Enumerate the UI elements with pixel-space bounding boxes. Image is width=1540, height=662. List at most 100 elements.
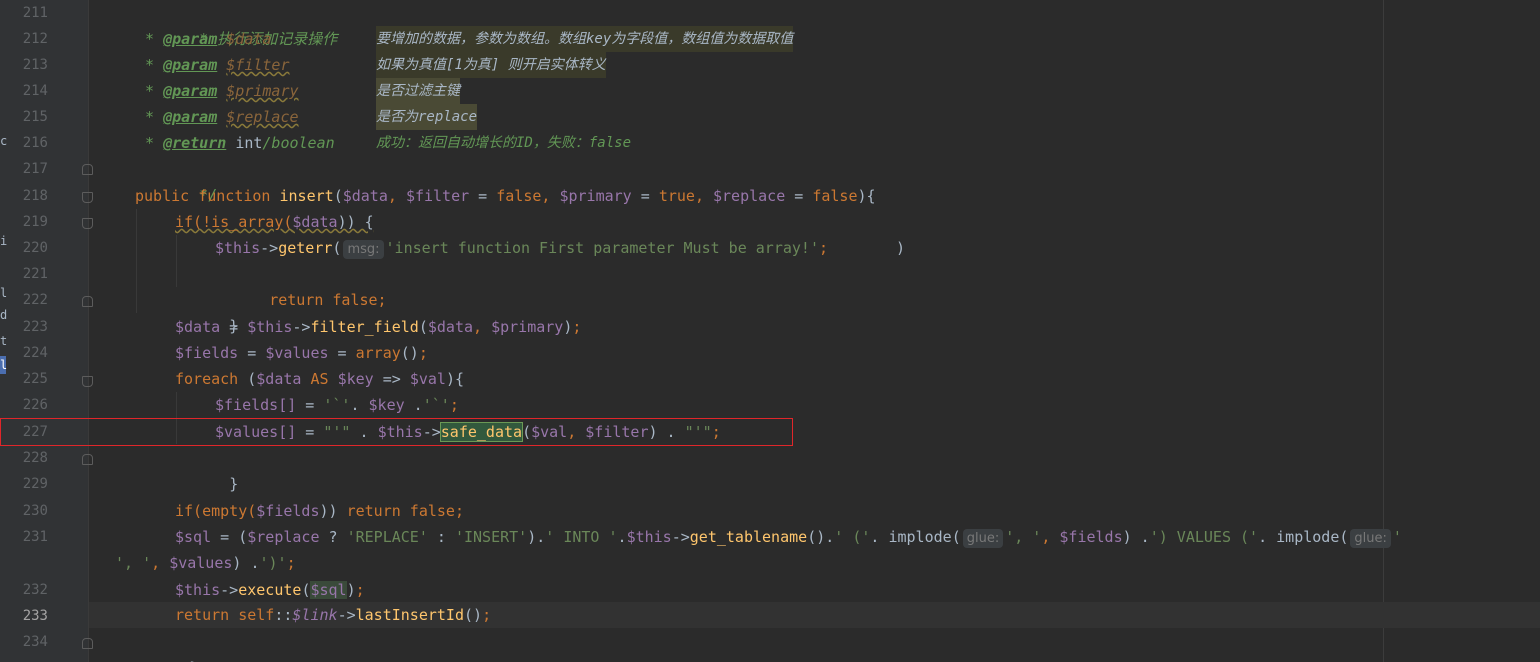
code-line: * @param $filter 如果为真值[1为真] 则开启实体转义 — [89, 52, 1540, 78]
line-number: 230 — [22, 503, 48, 519]
code-line: * @param $replace 是否为replace — [89, 104, 1540, 130]
if-condition: if(empty( — [175, 502, 257, 520]
line-number: 234 — [22, 634, 48, 650]
doc-star: * — [145, 108, 164, 126]
code-line: $this->execute($sql); — [175, 581, 365, 599]
code-line: $fields[] = '`'. $key .'`'; — [215, 396, 459, 414]
panel-fragment: l — [0, 286, 8, 300]
parameter: $replace — [713, 187, 786, 205]
variable: $replace — [247, 528, 320, 546]
variable: $data — [256, 370, 302, 388]
code-line: } — [89, 629, 1540, 662]
string-literal: 'REPLACE' — [346, 528, 428, 546]
function-call: array — [355, 344, 401, 362]
if-condition: if(!is_array( — [175, 213, 293, 231]
code-line: $data = $this->filter_field($data, $prim… — [175, 318, 582, 336]
doc-star: * — [145, 134, 164, 152]
method-call: lastInsertId — [355, 606, 464, 624]
safe-data-method-call[interactable]: safe_data — [439, 422, 524, 442]
doc-description: 如果为真值[1为真] 则开启实体转义 — [376, 52, 606, 78]
doc-param-var: $data — [226, 30, 272, 48]
parameter-hint: glue: — [962, 529, 1004, 548]
parameter-hint: msg: — [343, 240, 384, 259]
string-literal: ')' — [259, 554, 287, 572]
function-call: implode — [888, 528, 952, 546]
variable: $key — [337, 370, 374, 388]
doc-param-var: $replace — [226, 108, 299, 126]
doc-star: * — [145, 56, 164, 74]
line-number: 211 — [22, 5, 48, 21]
code-line: $this->geterr(msg:'insert function First… — [215, 239, 906, 259]
method-call: execute — [238, 581, 302, 599]
default-value: false — [496, 187, 542, 205]
variable: $data — [427, 318, 474, 336]
code-line: } — [89, 287, 1540, 335]
doc-star: * — [145, 30, 164, 48]
default-value: false — [812, 187, 858, 205]
line-number: 224 — [22, 345, 48, 361]
variable: $data — [292, 213, 338, 231]
line-number: 228 — [22, 450, 48, 466]
doc-return-type-alt: /boolean — [262, 134, 335, 152]
doc-param-var: $primary — [226, 82, 299, 100]
code-editor[interactable]: c i l d t l 211 212 213 214 215 216 217 … — [0, 0, 1540, 662]
parameter-hint: glue: — [1350, 529, 1391, 548]
variable: $this — [215, 239, 261, 257]
code-line-highlighted: $values[] = "'" . $this->safe_data($val,… — [215, 422, 721, 442]
function-name: insert — [279, 187, 334, 205]
variable: $fields[] — [215, 396, 297, 414]
variable: $this — [377, 423, 423, 441]
string-literal: ', ' — [115, 554, 152, 572]
panel-fragment: c — [0, 134, 8, 148]
code-area[interactable]: * 执行添加记录操作 * @param $data 要增加的数据，参数为数组。数组… — [89, 0, 1540, 662]
string-literal: ') VALUES (' — [1149, 528, 1259, 546]
line-number: 214 — [22, 83, 48, 99]
string-literal: "'" — [323, 423, 351, 441]
default-value: true — [658, 187, 695, 205]
line-number-current: 233 — [22, 608, 48, 624]
doc-tag: @return — [163, 134, 227, 152]
string-literal: '`' — [323, 396, 351, 414]
code-token: )) { — [337, 213, 374, 231]
code-line: if(!is_array($data)) { — [89, 209, 1540, 235]
doc-tag: @param — [163, 82, 218, 100]
line-number: 226 — [22, 397, 48, 413]
doc-tag: @param — [163, 30, 218, 48]
line-number: 227 — [22, 424, 48, 440]
line-number: 222 — [22, 292, 48, 308]
panel-fragment: d — [0, 308, 8, 322]
variable: $filter — [585, 423, 649, 441]
line-number: 232 — [22, 582, 48, 598]
parameter: $filter — [405, 187, 470, 205]
line-number: 223 — [22, 319, 48, 335]
line-number: 219 — [22, 214, 48, 230]
string-literal: 'insert function First parameter Must be… — [385, 239, 819, 257]
string-literal: ' — [1392, 528, 1402, 546]
line-number: 231 — [22, 529, 48, 545]
keyword: function — [198, 187, 271, 205]
code-line: */ — [89, 156, 1540, 204]
static-variable: $link — [292, 606, 338, 624]
line-number: 212 — [22, 31, 48, 47]
method-call: geterr — [278, 239, 333, 257]
line-number: 217 — [22, 161, 48, 177]
parameter: $primary — [559, 187, 632, 205]
parameter: $data — [342, 187, 388, 205]
code-line: * @return int/boolean 成功：返回自动增长的ID，失败：fal… — [89, 130, 1540, 156]
variable: $this — [175, 581, 221, 599]
variable: $sql — [175, 528, 212, 546]
variable: $primary — [491, 318, 564, 336]
code-line-current: return self::$link->lastInsertId(); — [175, 606, 492, 624]
variable: $this — [247, 318, 293, 336]
string-literal: '`' — [422, 396, 450, 414]
line-number: 229 — [22, 476, 48, 492]
doc-star: * — [145, 82, 164, 100]
variable: $sql — [310, 581, 347, 599]
doc-description: 是否为replace — [376, 104, 478, 130]
variable: $key — [368, 396, 405, 414]
variable: $fields — [1059, 528, 1123, 546]
panel-fragment: l — [0, 358, 8, 372]
code-line: return false; — [89, 261, 1540, 309]
string-literal: 'INSERT' — [454, 528, 528, 546]
line-number-gutter[interactable]: 211 212 213 214 215 216 217 218 219 220 … — [8, 0, 93, 662]
